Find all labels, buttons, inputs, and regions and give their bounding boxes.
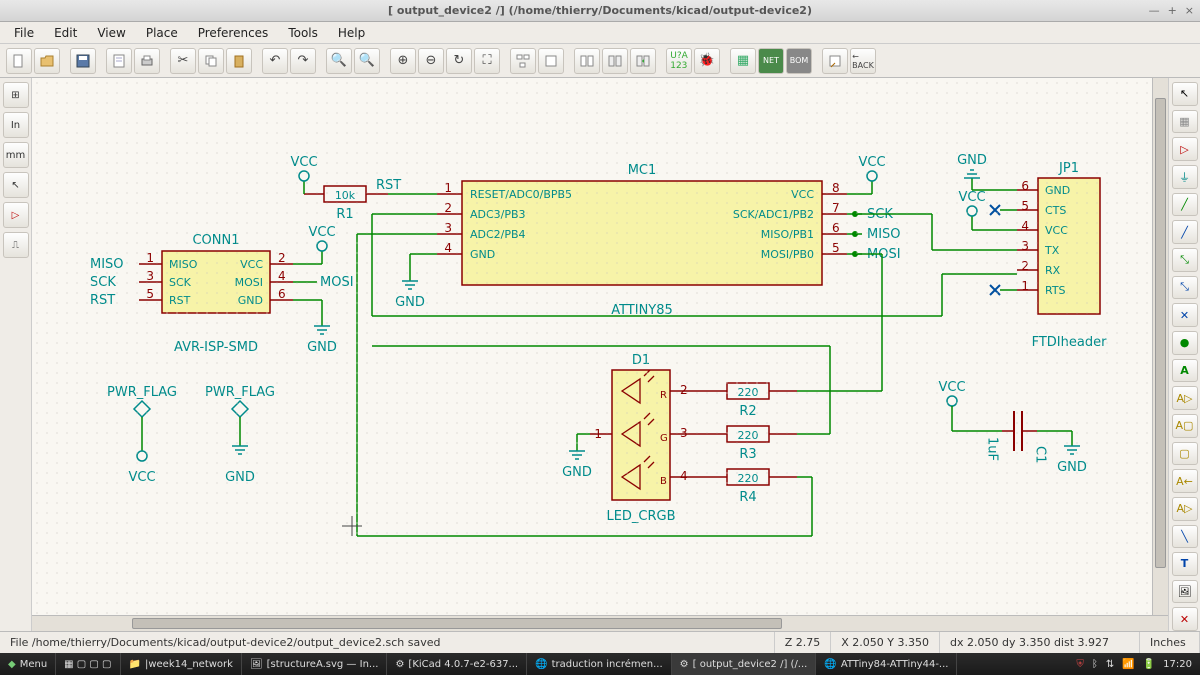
bus-direction-icon[interactable]: ⎍	[3, 232, 29, 258]
system-tray[interactable]: ⛨ ᛒ ⇅ 📶 🔋 17:20	[1068, 659, 1200, 670]
grid-icon[interactable]: ⊞	[3, 82, 29, 108]
zoom-fit-icon[interactable]: ⛶	[474, 48, 500, 74]
maximize-icon[interactable]: +	[1168, 4, 1177, 17]
place-wire-entry-icon[interactable]: ⤡	[1172, 248, 1198, 272]
start-menu-button[interactable]: ◆Menu	[0, 653, 56, 675]
footprint-editor-icon[interactable]	[822, 48, 848, 74]
place-bus-icon[interactable]: ╱	[1172, 220, 1198, 244]
window-title: [ output_device2 /] (/home/thierry/Docum…	[388, 4, 812, 17]
taskbar-item[interactable]: 📁 |week14_network	[121, 653, 242, 675]
schematic-canvas[interactable]: CONN1 AVR-ISP-SMD MISO SCK RST VCC MOSI …	[32, 78, 1168, 631]
place-hier-label-icon[interactable]: A▢	[1172, 414, 1198, 438]
place-wire-icon[interactable]: ╱	[1172, 193, 1198, 217]
place-global-label-icon[interactable]: A▷	[1172, 386, 1198, 410]
place-graphic-line-icon[interactable]: ╲	[1172, 525, 1198, 549]
left-toolbar: ⊞ In mm ↖ ▷ ⎍	[0, 78, 32, 631]
status-bar: File /home/thierry/Documents/kicad/outpu…	[0, 631, 1200, 653]
save-icon[interactable]	[70, 48, 96, 74]
hierarchy-icon[interactable]	[510, 48, 536, 74]
minimize-icon[interactable]: —	[1149, 4, 1160, 17]
redo-icon[interactable]: ↷	[290, 48, 316, 74]
menu-edit[interactable]: Edit	[46, 24, 85, 42]
zoom-in-icon[interactable]: ⊕	[390, 48, 416, 74]
place-component-icon[interactable]: ▷	[1172, 137, 1198, 161]
open-icon[interactable]	[34, 48, 60, 74]
taskbar-item[interactable]: 🖼 [structureA.svg — In...	[242, 653, 388, 675]
taskbar-launcher[interactable]: ▦ ▢ ▢ ▢	[56, 653, 120, 675]
find-icon[interactable]: 🔍	[326, 48, 352, 74]
place-sheet-icon[interactable]: ▢	[1172, 442, 1198, 466]
main-toolbar: ✂ ↶ ↷ 🔍 🔍 ⊕ ⊖ ↻ ⛶ U?A123 🐞 ▦ NET BOM ←BA…	[0, 44, 1200, 78]
zoom-out-icon[interactable]: ⊖	[418, 48, 444, 74]
new-icon[interactable]	[6, 48, 32, 74]
taskbar-item[interactable]: ⚙ [ output_device2 /] (/...	[672, 653, 817, 675]
copy-icon[interactable]	[198, 48, 224, 74]
status-dxy: dx 2.050 dy 3.350 dist 3.927	[940, 632, 1140, 653]
library-editor-icon[interactable]	[574, 48, 600, 74]
tray-battery-icon[interactable]: 🔋	[1143, 659, 1155, 670]
place-bus-entry-icon[interactable]: ⤡	[1172, 276, 1198, 300]
taskbar-item[interactable]: 🌐 traduction incrémen...	[527, 653, 672, 675]
paste-icon[interactable]	[226, 48, 252, 74]
undo-icon[interactable]: ↶	[262, 48, 288, 74]
units-mm-button[interactable]: mm	[3, 142, 29, 168]
menu-tools[interactable]: Tools	[280, 24, 326, 42]
status-units: Inches	[1140, 632, 1200, 653]
leave-sheet-icon[interactable]	[538, 48, 564, 74]
menu-file[interactable]: File	[6, 24, 42, 42]
cursor-shape-icon[interactable]: ↖	[3, 172, 29, 198]
menu-view[interactable]: View	[89, 24, 133, 42]
menu-place[interactable]: Place	[138, 24, 186, 42]
status-file: File /home/thierry/Documents/kicad/outpu…	[0, 632, 775, 653]
close-icon[interactable]: ×	[1185, 4, 1194, 17]
select-icon[interactable]: ↖	[1172, 82, 1198, 106]
taskbar-item[interactable]: ⚙ [KiCad 4.0.7-e2-637...	[387, 653, 527, 675]
print-icon[interactable]	[134, 48, 160, 74]
place-junction-icon[interactable]: ●	[1172, 331, 1198, 355]
highlight-net-icon[interactable]: ▦	[1172, 110, 1198, 134]
status-xy: X 2.050 Y 3.350	[831, 632, 940, 653]
tray-network-icon[interactable]: ⇅	[1106, 659, 1114, 670]
library-browser-icon[interactable]	[602, 48, 628, 74]
os-taskbar: ◆Menu ▦ ▢ ▢ ▢ 📁 |week14_network 🖼 [struc…	[0, 653, 1200, 675]
place-net-label-icon[interactable]: A	[1172, 359, 1198, 383]
window-titlebar: [ output_device2 /] (/home/thierry/Docum…	[0, 0, 1200, 22]
place-image-icon[interactable]: 🖼	[1172, 580, 1198, 604]
page-settings-icon[interactable]	[106, 48, 132, 74]
import-hier-label-icon[interactable]: A←	[1172, 469, 1198, 493]
tray-shield-icon[interactable]: ⛨	[1076, 659, 1084, 670]
replace-icon[interactable]: 🔍	[354, 48, 380, 74]
assign-footprints-icon[interactable]: ▦	[730, 48, 756, 74]
annotate-icon[interactable]: U?A123	[666, 48, 692, 74]
back-icon[interactable]: ←BACK	[850, 48, 876, 74]
erc-icon[interactable]: 🐞	[694, 48, 720, 74]
cut-icon[interactable]: ✂	[170, 48, 196, 74]
place-noconnect-icon[interactable]: ✕	[1172, 303, 1198, 327]
bom-icon[interactable]: BOM	[786, 48, 812, 74]
hidden-pins-icon[interactable]: ▷	[3, 202, 29, 228]
tray-wifi-icon[interactable]: 📶	[1122, 659, 1134, 670]
tray-bluetooth-icon[interactable]: ᛒ	[1092, 659, 1098, 670]
menu-bar: File Edit View Place Preferences Tools H…	[0, 22, 1200, 44]
backanno-icon[interactable]	[630, 48, 656, 74]
tray-clock[interactable]: 17:20	[1163, 659, 1192, 670]
place-graphic-text-icon[interactable]: T	[1172, 552, 1198, 576]
right-toolbar: ↖ ▦ ▷ ⏚ ╱ ╱ ⤡ ⤡ ✕ ● A A▷ A▢ ▢ A← A▷ ╲ T …	[1168, 78, 1200, 631]
delete-icon[interactable]: ✕	[1172, 607, 1198, 631]
menu-help[interactable]: Help	[330, 24, 373, 42]
zoom-redraw-icon[interactable]: ↻	[446, 48, 472, 74]
place-power-icon[interactable]: ⏚	[1172, 165, 1198, 189]
units-in-button[interactable]: In	[3, 112, 29, 138]
status-zoom: Z 2.75	[775, 632, 832, 653]
menu-preferences[interactable]: Preferences	[190, 24, 277, 42]
vertical-scrollbar[interactable]	[1152, 78, 1168, 615]
taskbar-item[interactable]: 🌐 ATTiny84-ATTiny44-...	[816, 653, 957, 675]
netlist-icon[interactable]: NET	[758, 48, 784, 74]
place-hier-pin-icon[interactable]: A▷	[1172, 497, 1198, 521]
horizontal-scrollbar[interactable]	[32, 615, 1168, 631]
